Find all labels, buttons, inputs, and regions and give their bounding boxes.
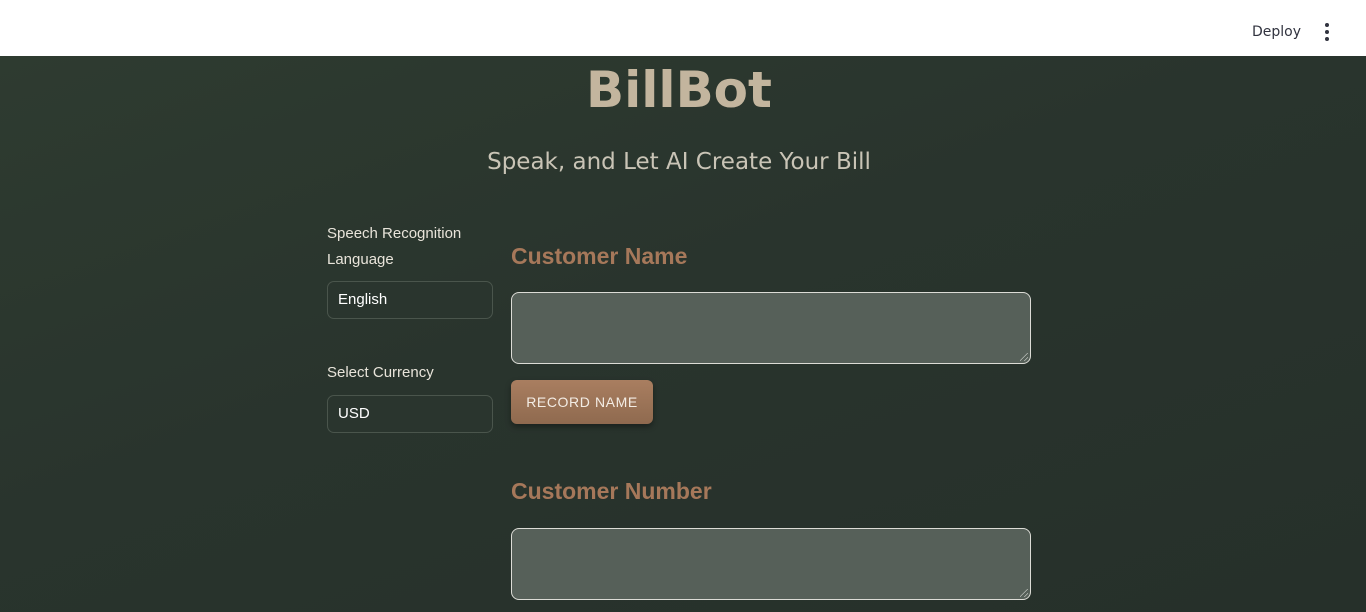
language-label: Speech Recognition Language bbox=[327, 225, 462, 268]
main-menu-button[interactable] bbox=[1313, 18, 1341, 46]
resize-grip-icon[interactable] bbox=[1020, 353, 1028, 361]
customer-number-heading: Customer Number bbox=[511, 478, 712, 504]
record-name-button[interactable]: RECORD NAME bbox=[511, 380, 653, 424]
top-toolbar: Deploy bbox=[0, 0, 1366, 56]
language-select[interactable]: English bbox=[327, 281, 493, 319]
app-main-area: BillBot Speak, and Let AI Create Your Bi… bbox=[0, 56, 1366, 612]
customer-name-field[interactable] bbox=[511, 292, 1031, 364]
currency-label: Select Currency bbox=[327, 364, 434, 381]
app-title: BillBot bbox=[586, 61, 772, 119]
deploy-button[interactable]: Deploy bbox=[1236, 18, 1317, 46]
customer-number-field[interactable] bbox=[511, 528, 1031, 600]
resize-grip-icon[interactable] bbox=[1020, 589, 1028, 597]
app-subtitle: Speak, and Let AI Create Your Bill bbox=[487, 149, 871, 175]
currency-select[interactable]: USD bbox=[327, 395, 493, 433]
vertical-ellipsis-icon bbox=[1325, 23, 1329, 27]
ellipsis-dot bbox=[1325, 30, 1329, 34]
ellipsis-dot bbox=[1325, 37, 1329, 41]
customer-name-heading: Customer Name bbox=[511, 243, 688, 269]
